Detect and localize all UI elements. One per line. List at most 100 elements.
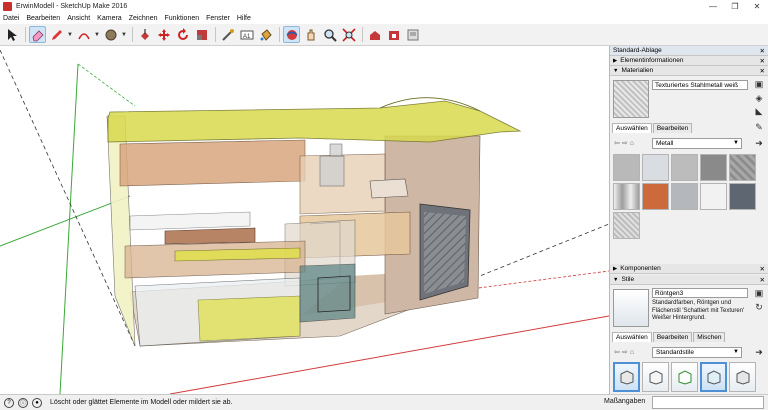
create-material-icon[interactable]: ▣ bbox=[753, 79, 765, 90]
expanded-triangle-icon: ▼ bbox=[613, 276, 619, 283]
material-swatch[interactable] bbox=[700, 154, 727, 181]
move-tool-button[interactable] bbox=[155, 26, 172, 43]
eyedropper-icon[interactable]: ✎ bbox=[753, 122, 765, 133]
update-style-icon[interactable]: ↻ bbox=[753, 302, 765, 313]
zoom-tool-button[interactable] bbox=[321, 26, 338, 43]
chevron-down-icon: ▼ bbox=[733, 140, 739, 146]
extension-warehouse-button[interactable] bbox=[385, 26, 402, 43]
layout-icon bbox=[407, 29, 418, 40]
components-close-icon[interactable]: ✕ bbox=[760, 265, 765, 273]
details-arrow-icon[interactable]: ➜ bbox=[753, 138, 765, 149]
warehouse-button[interactable] bbox=[366, 26, 383, 43]
pencil-dropdown-caret[interactable]: ▼ bbox=[67, 32, 73, 38]
material-swatch[interactable] bbox=[671, 183, 698, 210]
menu-ansicht[interactable]: Ansicht bbox=[67, 15, 90, 22]
style-thumbnail[interactable] bbox=[729, 362, 756, 392]
select-tool-button[interactable] bbox=[3, 26, 20, 43]
rotate-tool-button[interactable] bbox=[174, 26, 191, 43]
material-swatch[interactable] bbox=[613, 183, 640, 210]
material-swatch[interactable] bbox=[671, 154, 698, 181]
arc-dropdown-caret[interactable]: ▼ bbox=[94, 32, 100, 38]
entity-info-panel-header[interactable]: ▶ Elementinformationen ✕ bbox=[610, 56, 768, 66]
menu-zeichnen[interactable]: Zeichnen bbox=[129, 15, 158, 22]
material-swatch[interactable] bbox=[642, 183, 669, 210]
pencil-tool-button[interactable] bbox=[48, 26, 65, 43]
material-swatch[interactable] bbox=[729, 154, 756, 181]
material-swatch[interactable] bbox=[642, 154, 669, 181]
menu-kamera[interactable]: Kamera bbox=[97, 15, 122, 22]
details-arrow-icon[interactable]: ➜ bbox=[753, 347, 765, 358]
text-tool-button[interactable]: A1 bbox=[238, 26, 255, 43]
style-thumbnail[interactable] bbox=[642, 362, 669, 392]
styles-label: Stile bbox=[621, 276, 635, 283]
style-cube-icon bbox=[620, 370, 633, 385]
measurements-input[interactable] bbox=[652, 396, 764, 409]
styles-tab-select[interactable]: Auswählen bbox=[612, 332, 652, 342]
close-button[interactable]: ✕ bbox=[746, 0, 768, 12]
scale-icon bbox=[196, 29, 207, 40]
materials-tab-select[interactable]: Auswählen bbox=[612, 123, 652, 133]
create-style-icon[interactable]: ▣ bbox=[753, 288, 765, 299]
components-panel-header[interactable]: ▶ Komponenten ✕ bbox=[610, 264, 768, 274]
orbit-tool-button[interactable] bbox=[283, 26, 300, 43]
styles-close-icon[interactable]: ✕ bbox=[760, 276, 765, 284]
window-pane bbox=[424, 212, 466, 294]
entity-info-close-icon[interactable]: ✕ bbox=[760, 57, 765, 65]
tape-measure-tool-button[interactable] bbox=[219, 26, 236, 43]
style-library-select[interactable]: Standardstile ▼ bbox=[652, 347, 742, 358]
material-library-select[interactable]: Metall ▼ bbox=[652, 138, 742, 149]
style-cube-icon bbox=[736, 370, 749, 385]
material-swatch[interactable] bbox=[729, 183, 756, 210]
menu-funktionen[interactable]: Funktionen bbox=[164, 15, 199, 22]
menu-datei[interactable]: Datei bbox=[3, 15, 19, 22]
credits-icon[interactable]: ⓘ bbox=[18, 397, 28, 408]
eraser-icon bbox=[32, 29, 44, 41]
menu-fenster[interactable]: Fenster bbox=[206, 15, 230, 22]
paint-bucket-tool-button[interactable] bbox=[257, 26, 274, 43]
text-icon: A1 bbox=[240, 30, 253, 40]
layout-button[interactable] bbox=[404, 26, 421, 43]
push-pull-tool-button[interactable] bbox=[136, 26, 153, 43]
menu-hilfe[interactable]: Hilfe bbox=[237, 15, 251, 22]
user-icon[interactable]: ● bbox=[32, 397, 42, 408]
maximize-button[interactable]: ❐ bbox=[724, 0, 746, 12]
styles-panel-header[interactable]: ▼ Stile ✕ bbox=[610, 275, 768, 285]
eraser-tool-button[interactable] bbox=[29, 26, 46, 43]
menu-bearbeiten[interactable]: Bearbeiten bbox=[26, 15, 60, 22]
styles-nav[interactable]: ⇦⇨⌂ bbox=[614, 348, 636, 356]
materials-tab-edit[interactable]: Bearbeiten bbox=[652, 123, 693, 133]
pan-tool-button[interactable] bbox=[302, 26, 319, 43]
styles-tabs: Auswählen Bearbeiten Mischen bbox=[612, 332, 726, 342]
material-swatch[interactable] bbox=[700, 183, 727, 210]
materials-close-icon[interactable]: ✕ bbox=[760, 67, 765, 75]
minimize-button[interactable]: — bbox=[702, 0, 724, 12]
shape-tool-button[interactable] bbox=[102, 26, 119, 43]
geo-location-icon[interactable]: ? bbox=[4, 397, 14, 408]
style-thumbnail[interactable] bbox=[671, 362, 698, 392]
material-name-field[interactable]: Texturiertes Stahlmetall weiß bbox=[652, 80, 748, 90]
tray-close-icon[interactable]: ✕ bbox=[760, 47, 765, 55]
materials-nav[interactable]: ⇦⇨⌂ bbox=[614, 139, 636, 147]
zoom-extents-tool-button[interactable] bbox=[340, 26, 357, 43]
measurements-label: Maßangaben bbox=[604, 398, 646, 405]
scale-tool-button[interactable] bbox=[193, 26, 210, 43]
arc-tool-button[interactable] bbox=[75, 26, 92, 43]
roof bbox=[107, 100, 522, 143]
styles-tab-mix[interactable]: Mischen bbox=[693, 332, 726, 342]
extension-warehouse-icon bbox=[388, 30, 399, 40]
model-viewport[interactable] bbox=[0, 46, 609, 394]
material-swatch[interactable] bbox=[613, 212, 640, 239]
sample-paint-icon[interactable]: ◣ bbox=[753, 106, 765, 117]
paint-cube-icon[interactable]: ◈ bbox=[753, 93, 765, 104]
model-drawing[interactable] bbox=[0, 46, 609, 394]
style-thumbnail[interactable] bbox=[613, 362, 640, 392]
style-name-field[interactable]: Röntgen3 bbox=[652, 288, 748, 298]
styles-tab-edit[interactable]: Bearbeiten bbox=[652, 332, 693, 342]
shape-dropdown-caret[interactable]: ▼ bbox=[121, 32, 127, 38]
components-label: Komponenten bbox=[620, 265, 661, 272]
style-thumbnail[interactable] bbox=[700, 362, 727, 392]
hood bbox=[319, 155, 345, 187]
style-cube-icon bbox=[707, 370, 720, 385]
material-swatch[interactable] bbox=[613, 154, 640, 181]
materials-panel-header[interactable]: ▼ Materialien ✕ bbox=[610, 66, 768, 76]
